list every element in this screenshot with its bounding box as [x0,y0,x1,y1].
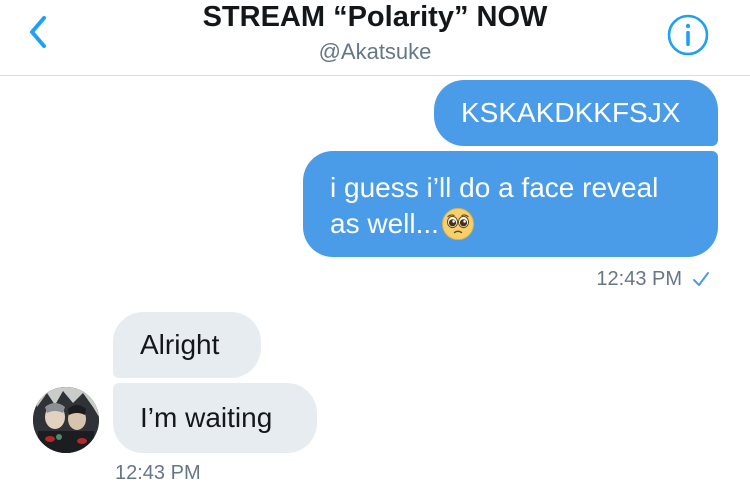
dm-conversation-screen: STREAM “Polarity” NOW @Akatsuke KSKAKDKK… [0,0,750,490]
message-bubble-outgoing[interactable]: i guess i’ll do a face reveal as well... [303,151,718,257]
message-text: I’m waiting [140,402,273,433]
pleading-face-emoji-icon [441,208,474,240]
message-text-line: as well... [330,206,698,242]
message-bubble-incoming[interactable]: Alright [113,312,261,378]
conversation-handle: @Akatsuke [318,39,432,64]
timestamp-text: 12:43 PM [596,268,682,290]
message-text-line: i guess i’ll do a face reveal [330,172,659,203]
info-button[interactable] [666,13,710,57]
avatar-image [33,387,99,453]
avatar[interactable] [33,387,99,453]
message-text-line-part: as well... [330,208,439,239]
message-text: Alright [140,329,220,360]
message-bubble-incoming[interactable]: I’m waiting [113,383,317,453]
info-icon [667,14,709,56]
check-icon [693,272,709,286]
outgoing-timestamp: 12:43 PM [596,267,710,291]
conversation-title: STREAM “Polarity” NOW [202,1,548,33]
message-bubble-outgoing[interactable]: KSKAKDKKFSJX [434,80,718,146]
incoming-timestamp: 12:43 PM [115,462,201,484]
message-text: KSKAKDKKFSJX [461,97,681,128]
conversation-header: STREAM “Polarity” NOW @Akatsuke [0,0,750,76]
